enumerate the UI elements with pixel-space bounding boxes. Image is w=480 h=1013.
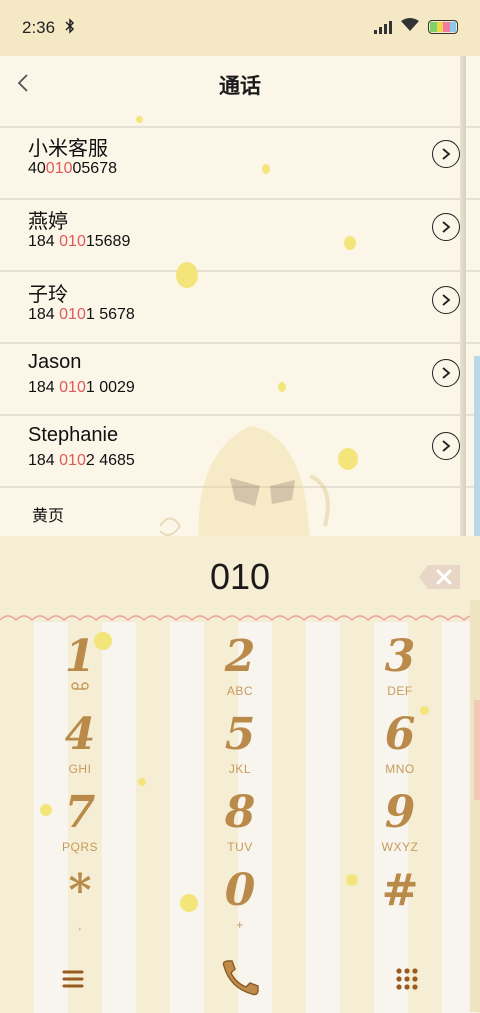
contact-row[interactable]: 小米客服 4001005678 (0, 126, 480, 199)
contact-number: 184 01015689 (28, 233, 131, 250)
battery-icon (428, 20, 458, 34)
contact-detail-button[interactable] (432, 359, 460, 387)
key-digit: # (381, 865, 419, 916)
dialed-number: 010 (209, 556, 271, 597)
key-letters: TUV (227, 840, 253, 854)
contact-name: Stephanie (28, 424, 119, 446)
keypad-icon[interactable] (394, 966, 420, 992)
key-letters: DEF (387, 684, 413, 698)
bluetooth-icon (65, 18, 75, 38)
key-letters: + (236, 918, 244, 932)
chevron-right-icon (442, 440, 451, 452)
key-digit: 2 (224, 631, 256, 682)
status-time: 2:36 (22, 18, 56, 37)
key-0[interactable]: 0 + (180, 866, 300, 944)
key-letters: WXYZ (381, 840, 419, 854)
chevron-right-icon (442, 221, 451, 233)
key-digit: 7 (64, 787, 96, 838)
key-3[interactable]: 3 DEF (340, 632, 460, 710)
contact-row[interactable]: Jason 184 0101 0029 (0, 345, 480, 418)
key-letters: MNO (385, 762, 415, 776)
key-digit: 9 (384, 787, 416, 838)
chevron-right-icon (442, 148, 451, 160)
contact-name: Jason (28, 351, 82, 373)
page-title: 通话 (219, 75, 261, 98)
contact-name: 燕婷 (28, 211, 68, 233)
key-digit: 8 (224, 787, 256, 838)
key-6[interactable]: 6 MNO (340, 710, 460, 788)
contact-number: 184 0101 5678 (28, 306, 135, 323)
status-indicators (374, 17, 458, 37)
match-highlight: 010 (59, 306, 86, 323)
contact-detail-button[interactable] (432, 432, 460, 460)
key-2[interactable]: 2 ABC (180, 632, 300, 710)
key-star[interactable]: * , (20, 866, 140, 944)
key-7[interactable]: 7 PQRS (20, 788, 140, 866)
decor-dot (136, 116, 143, 123)
contact-name: 小米客服 (28, 138, 108, 160)
search-results-panel: 通话 小米客服 4001005678 燕婷 184 01015689 子玲 18… (0, 56, 480, 536)
contact-number: 184 0102 4685 (28, 452, 135, 469)
backspace-icon[interactable] (418, 564, 462, 590)
key-letters: , (78, 918, 82, 932)
header: 通话 (0, 56, 480, 112)
key-4[interactable]: 4 GHI (20, 710, 140, 788)
contact-name: 子玲 (28, 284, 68, 306)
key-8[interactable]: 8 TUV (180, 788, 300, 866)
key-letters: GHI (68, 762, 92, 776)
contact-number: 4001005678 (28, 160, 117, 177)
contact-row[interactable]: 子玲 184 0101 5678 (0, 272, 480, 345)
voicemail-icon (71, 682, 89, 690)
contact-detail-button[interactable] (432, 286, 460, 314)
wifi-icon (400, 17, 420, 37)
contact-list: 小米客服 4001005678 燕婷 184 01015689 子玲 184 0… (0, 126, 480, 491)
key-digit: 3 (384, 631, 416, 682)
status-bar: 2:36 (0, 0, 480, 56)
signal-icon (374, 20, 392, 34)
key-1[interactable]: 1 (20, 632, 140, 710)
contact-row[interactable]: Stephanie 184 0102 4685 (0, 418, 480, 491)
contact-detail-button[interactable] (432, 140, 460, 168)
key-digit: 6 (384, 709, 416, 760)
key-letters: ABC (226, 684, 254, 698)
page-edge (470, 600, 480, 1012)
phone-icon[interactable] (218, 958, 262, 998)
chevron-right-icon (442, 367, 451, 379)
key-letters: PQRS (61, 840, 98, 854)
match-highlight: 010 (45, 160, 73, 177)
menu-icon[interactable] (60, 966, 86, 992)
key-hash[interactable]: # (340, 866, 460, 944)
key-digit: 4 (64, 709, 96, 760)
match-highlight: 010 (59, 452, 86, 469)
dialer-action-bar (0, 956, 480, 1013)
key-letters: JKL (228, 762, 252, 776)
match-highlight: 010 (59, 379, 86, 396)
key-9[interactable]: 9 WXYZ (340, 788, 460, 866)
dialer-panel: 010 1 2 ABC 3 DEF 4 GHI 5 JKL 6 MNO 7 PQ… (0, 536, 480, 1013)
key-digit: 0 (224, 865, 256, 916)
chevron-right-icon (442, 294, 451, 306)
contact-number: 184 0101 0029 (28, 379, 135, 396)
keypad: 1 2 ABC 3 DEF 4 GHI 5 JKL 6 MNO 7 PQRS 8… (0, 622, 480, 1013)
yellow-pages-link[interactable]: 黄页 (32, 502, 64, 526)
contact-detail-button[interactable] (432, 213, 460, 241)
key-digit: 1 (64, 631, 96, 682)
contact-row[interactable]: 燕婷 184 01015689 (0, 199, 480, 272)
page-edge-accent (474, 700, 480, 800)
key-digit: 5 (224, 709, 256, 760)
match-highlight: 010 (59, 233, 86, 250)
key-digit: * (68, 865, 92, 916)
key-5[interactable]: 5 JKL (180, 710, 300, 788)
